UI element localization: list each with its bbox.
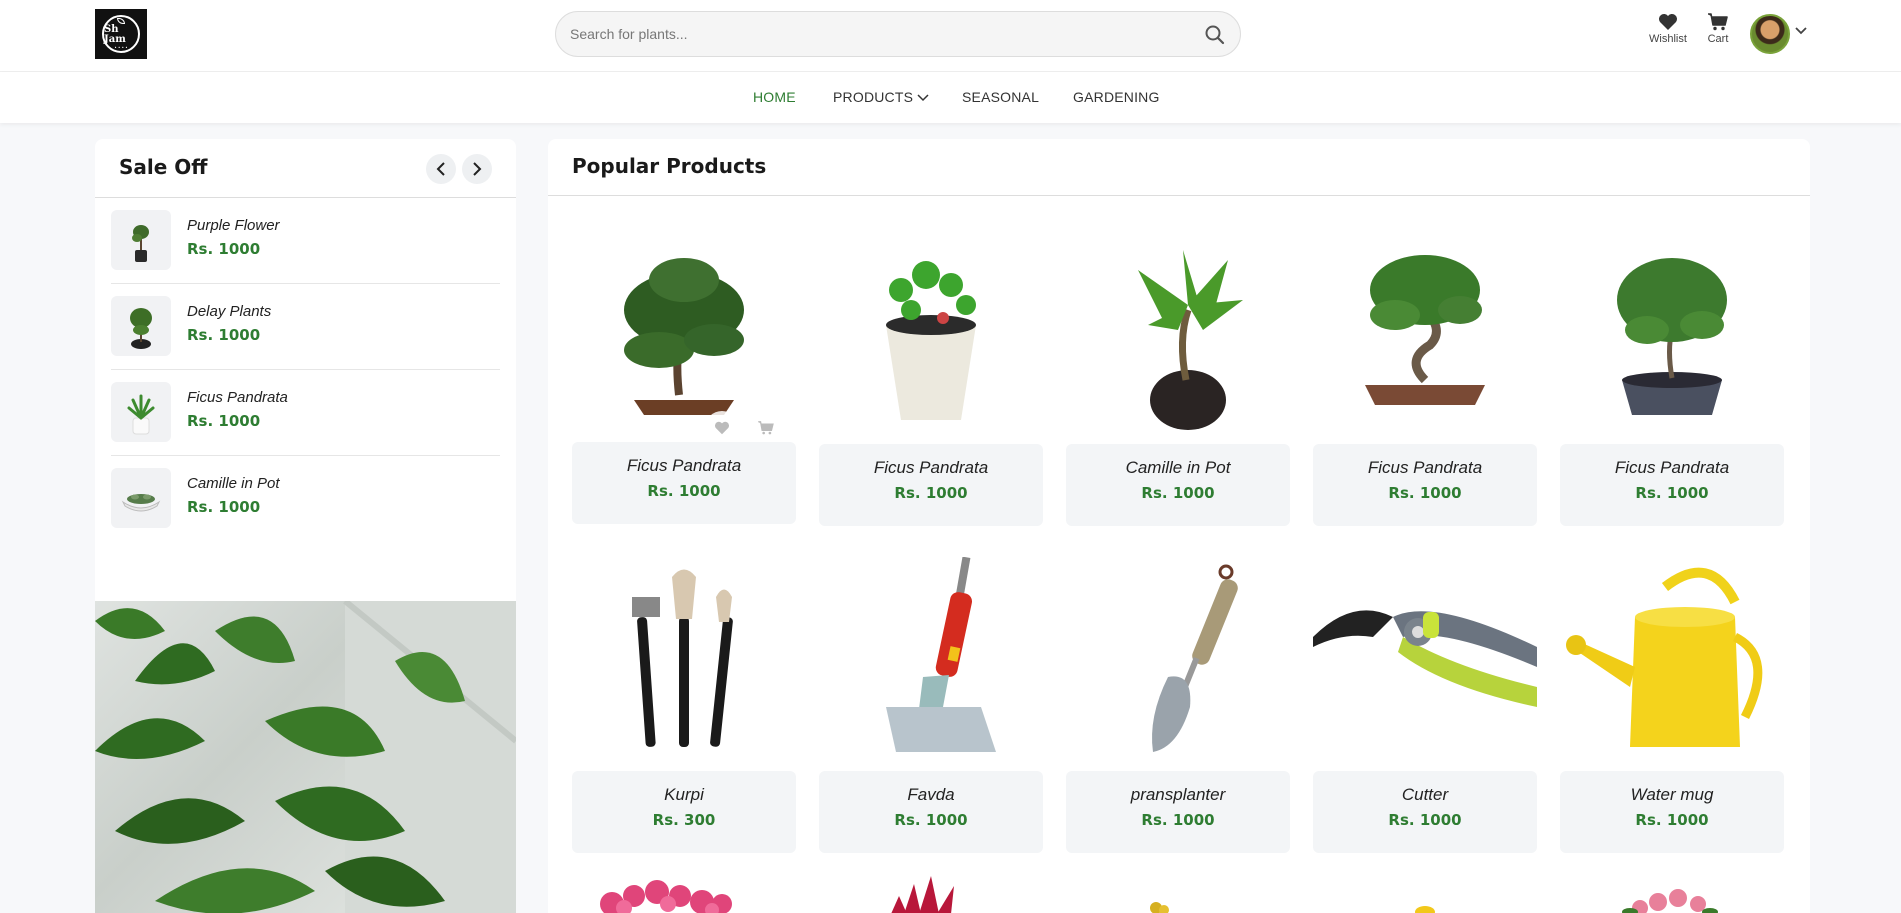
- wishlist-label: Wishlist: [1649, 33, 1687, 45]
- product-name: Ficus Pandrata: [626, 456, 742, 475]
- product-card-partial[interactable]: [572, 874, 796, 913]
- sale-item-name: Purple Flower: [187, 217, 280, 234]
- product-name: Ficus Pandrata: [1367, 458, 1483, 477]
- sale-item-name: Camille in Pot: [187, 475, 280, 492]
- product-info: Ficus Pandrata Rs. 1000: [572, 442, 796, 524]
- product-price: Rs. 300: [652, 811, 716, 829]
- product-name: Favda: [907, 785, 955, 804]
- product-name: Cutter: [1401, 785, 1449, 804]
- product-card-partial[interactable]: [819, 874, 1043, 913]
- sale-item-price: Rs. 1000: [187, 240, 261, 258]
- logo-emblem: Sh Jam • • • •: [102, 15, 140, 53]
- sale-item[interactable]: Delay Plants Rs. 1000: [111, 284, 500, 370]
- heart-icon: [1659, 14, 1677, 30]
- product-thumbnail: [111, 382, 171, 442]
- sale-prev-button[interactable]: [426, 154, 456, 184]
- product-name: Kurpi: [664, 785, 704, 804]
- product-image: [1066, 545, 1290, 769]
- product-info: Ficus Pandrata Rs. 1000: [1313, 444, 1537, 526]
- search-input[interactable]: [570, 12, 1170, 56]
- nav-products-label: PRODUCTS: [833, 89, 914, 105]
- sale-off-title: Sale Off: [119, 155, 208, 179]
- product-image: [819, 545, 1043, 769]
- sale-item[interactable]: Purple Flower Rs. 1000: [111, 198, 500, 284]
- chevron-right-icon: [473, 162, 482, 176]
- nav-home[interactable]: HOME: [753, 89, 796, 105]
- product-info: Cutter Rs. 1000: [1313, 771, 1537, 853]
- product-info: Water mug Rs. 1000: [1560, 771, 1784, 853]
- brand-logo[interactable]: Sh Jam • • • •: [95, 9, 147, 59]
- main-nav: HOME PRODUCTS SEASONAL GARDENING: [0, 72, 1901, 123]
- sale-item-price: Rs. 1000: [187, 498, 261, 516]
- product-thumbnail: [111, 468, 171, 528]
- sale-item-name: Delay Plants: [187, 303, 272, 320]
- nav-seasonal[interactable]: SEASONAL: [962, 89, 1039, 105]
- product-price: Rs. 1000: [1388, 811, 1462, 829]
- wishlist-button[interactable]: Wishlist: [1645, 13, 1691, 45]
- sale-item-name: Ficus Pandrata: [187, 389, 288, 406]
- product-image: [1313, 218, 1537, 442]
- product-image: [1560, 218, 1784, 442]
- product-thumbnail: [111, 296, 171, 356]
- product-price: Rs. 1000: [1388, 484, 1462, 502]
- product-info: pransplanter Rs. 1000: [1066, 771, 1290, 853]
- product-card-partial[interactable]: [1313, 874, 1537, 913]
- product-info: Ficus Pandrata Rs. 1000: [819, 444, 1043, 526]
- sale-next-button[interactable]: [462, 154, 492, 184]
- product-image: [1313, 545, 1537, 769]
- promo-banner-image[interactable]: [95, 601, 516, 913]
- product-image: [819, 218, 1043, 442]
- nav-products[interactable]: PRODUCTS: [833, 89, 929, 105]
- product-price: Rs. 1000: [894, 811, 968, 829]
- nav-gardening[interactable]: GARDENING: [1073, 89, 1160, 105]
- product-info: Kurpi Rs. 300: [572, 771, 796, 853]
- product-thumbnail: [111, 210, 171, 270]
- product-image: [572, 545, 796, 769]
- search-bar: [555, 11, 1241, 57]
- popular-products-title: Popular Products: [572, 154, 767, 178]
- product-name: Ficus Pandrata: [1614, 458, 1730, 477]
- search-icon[interactable]: [1204, 24, 1226, 46]
- product-price: Rs. 1000: [894, 484, 968, 502]
- product-name: Camille in Pot: [1125, 458, 1231, 477]
- sale-item[interactable]: Camille in Pot Rs. 1000: [111, 456, 500, 542]
- cart-label: Cart: [1707, 33, 1729, 45]
- product-price: Rs. 1000: [647, 482, 721, 500]
- avatar[interactable]: [1750, 14, 1790, 54]
- product-image: [1066, 218, 1290, 442]
- product-info: Camille in Pot Rs. 1000: [1066, 444, 1290, 526]
- product-name: Water mug: [1630, 785, 1714, 804]
- product-card-partial[interactable]: [1066, 874, 1290, 913]
- product-price: Rs. 1000: [1635, 484, 1709, 502]
- chevron-left-icon: [436, 162, 445, 176]
- sale-item-price: Rs. 1000: [187, 326, 261, 344]
- product-info: Favda Rs. 1000: [819, 771, 1043, 853]
- popular-products-panel: Popular Products Ficus Pandrata Rs. 1000…: [548, 139, 1810, 913]
- card-actions: [705, 411, 783, 445]
- product-price: Rs. 1000: [1141, 811, 1215, 829]
- top-header: Sh Jam • • • • Wishlist Cart: [0, 0, 1901, 72]
- chevron-down-icon[interactable]: [1794, 26, 1808, 36]
- heart-icon[interactable]: [705, 411, 739, 445]
- product-info: Ficus Pandrata Rs. 1000: [1560, 444, 1784, 526]
- product-image: [572, 218, 796, 442]
- product-price: Rs. 1000: [1635, 811, 1709, 829]
- sale-item-price: Rs. 1000: [187, 412, 261, 430]
- product-card-partial[interactable]: [1560, 874, 1784, 913]
- sale-item[interactable]: Ficus Pandrata Rs. 1000: [111, 370, 500, 456]
- product-image: [1560, 545, 1784, 769]
- cart-icon[interactable]: [749, 411, 783, 445]
- cart-button[interactable]: Cart: [1704, 13, 1732, 45]
- product-name: Ficus Pandrata: [873, 458, 989, 477]
- sale-off-panel: Sale Off Purple Flower Rs. 1000 Delay Pl…: [95, 139, 516, 913]
- divider: [548, 195, 1810, 196]
- product-name: pransplanter: [1130, 785, 1226, 804]
- chevron-down-icon: [917, 94, 929, 102]
- cart-icon: [1708, 13, 1728, 31]
- product-price: Rs. 1000: [1141, 484, 1215, 502]
